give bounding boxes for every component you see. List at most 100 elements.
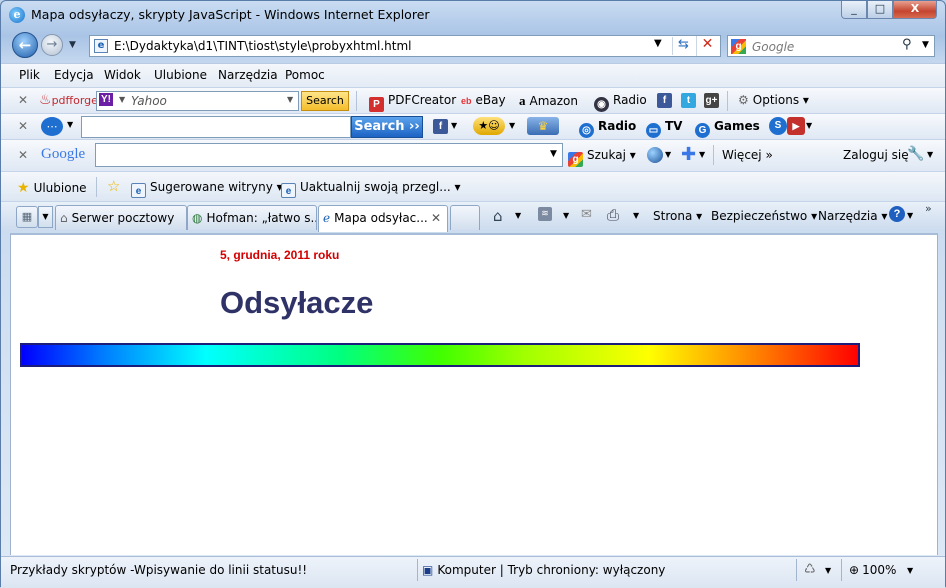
tv-button[interactable]: ▭ TV — [646, 119, 682, 138]
smiley-dropdown-icon[interactable]: ▼ — [509, 121, 515, 130]
pdfcreator-button[interactable]: P PDFCreator — [369, 93, 456, 112]
menu-help[interactable]: Pomoc — [285, 68, 325, 82]
print-icon[interactable]: ⎙ — [607, 206, 619, 224]
google-search-input[interactable]: ▼ — [95, 143, 563, 167]
tab-list-dropdown-icon[interactable]: ▼ — [38, 206, 53, 228]
menu-tools[interactable]: Narzędzia — [218, 68, 278, 82]
rss-icon[interactable]: ≋ — [538, 207, 552, 221]
help-dropdown-icon[interactable]: ▼ — [907, 211, 913, 220]
toolbar-search-button[interactable]: Search ›› — [351, 116, 423, 138]
print-dropdown-icon[interactable]: ▼ — [633, 211, 639, 220]
radio-button[interactable]: ◎ Radio — [579, 119, 636, 138]
yahoo-search-input[interactable]: Y! ▼ Yahoo ▼ — [96, 91, 299, 111]
separator — [356, 91, 357, 111]
menu-view[interactable]: Widok — [104, 68, 141, 82]
amazon-button[interactable]: a Amazon — [519, 93, 578, 109]
new-tab-button[interactable] — [450, 205, 480, 230]
page-date: 5, grudnia, 2011 roku — [220, 248, 340, 262]
suggested-sites-link[interactable]: e Sugerowane witryny ▾ — [131, 180, 283, 198]
lock-page-icon: ⌂ — [60, 211, 68, 225]
recent-pages-dropdown[interactable]: ▼ — [69, 40, 76, 50]
radio-button[interactable]: ◉ Radio — [594, 93, 647, 112]
options-button[interactable]: ⚙ Options ▾ — [738, 93, 809, 107]
google-g-icon: g — [568, 152, 583, 167]
help-icon[interactable]: ? — [889, 206, 905, 222]
yahoo-dropdown-icon[interactable]: ▼ — [119, 95, 125, 104]
menu-favorites[interactable]: Ulubione — [154, 68, 207, 82]
games-icon: G — [695, 123, 710, 138]
skype-icon[interactable]: S — [769, 117, 787, 135]
toolbar-search-input[interactable] — [81, 116, 351, 138]
close-toolbar-icon[interactable]: ✕ — [18, 93, 28, 107]
rss-dropdown-icon[interactable]: ▼ — [563, 211, 569, 220]
tab-hofman[interactable]: ◍ Hofman: „łatwo s... — [187, 205, 317, 230]
tools-menu[interactable]: Narzędzia ▾ — [818, 209, 887, 223]
chat-icon[interactable]: ⋯ — [41, 117, 63, 136]
rainbow-bar — [20, 343, 860, 367]
facebook-dropdown-icon[interactable]: ▼ — [451, 121, 457, 130]
ie-page-icon: ℯ — [323, 211, 331, 225]
globe-icon[interactable] — [647, 147, 663, 163]
chevron-more-icon[interactable]: » — [925, 202, 932, 215]
tab-serwer-pocztowy[interactable]: ⌂ Serwer pocztowy — [55, 205, 187, 230]
close-tab-icon[interactable]: ✕ — [431, 211, 441, 225]
twitter-icon[interactable]: t — [681, 93, 696, 108]
close-button[interactable]: X — [893, 1, 937, 19]
close-toolbar-icon[interactable]: ✕ — [18, 148, 28, 162]
separator — [841, 559, 842, 581]
smiley-icon[interactable]: ★☺ — [473, 117, 505, 135]
zoom-dropdown-icon[interactable]: ▼ — [907, 566, 913, 575]
search-toolbar: ✕ ⋯ ▼ Search ›› f ▼ ★☺ ▼ ♛ ◎ Radio ▭ TV GG… — [1, 113, 945, 139]
globe-dropdown-icon[interactable]: ▼ — [665, 150, 671, 159]
sign-in-link[interactable]: Zaloguj się — [843, 148, 909, 162]
facebook-icon[interactable]: f — [657, 93, 672, 108]
zoom-button[interactable]: ⊕ 100% — [849, 563, 896, 577]
home-icon[interactable]: ⌂ — [493, 207, 503, 225]
back-button[interactable]: ← — [12, 32, 38, 58]
game-icon[interactable]: ♛ — [527, 117, 559, 135]
stop-icon[interactable]: ✕ — [696, 36, 718, 56]
facebook-icon[interactable]: f — [433, 119, 448, 134]
more-button[interactable]: Więcej » — [722, 148, 773, 162]
protected-mode-dropdown-icon[interactable]: ▼ — [825, 566, 831, 575]
wrench-icon[interactable]: 🔧 — [907, 146, 924, 162]
search-options-dropdown-icon[interactable]: ▼ — [922, 40, 929, 50]
minimize-button[interactable]: _ — [841, 1, 867, 19]
address-dropdown-icon[interactable]: ▼ — [654, 38, 662, 49]
yahoo-history-dropdown-icon[interactable]: ▼ — [287, 95, 293, 104]
plus-icon[interactable]: ✚ — [681, 144, 696, 165]
search-icon[interactable]: ⚲ — [902, 37, 912, 52]
games-button[interactable]: G Games — [695, 119, 760, 138]
menu-file[interactable]: Plik — [19, 68, 40, 82]
chat-dropdown-icon[interactable]: ▼ — [67, 120, 73, 129]
close-toolbar-icon[interactable]: ✕ — [18, 119, 28, 133]
page-menu[interactable]: Strona ▾ — [653, 209, 702, 223]
plus-dropdown-icon[interactable]: ▼ — [699, 150, 705, 159]
tab-mapa-odsylaczy[interactable]: ℯ Mapa odsyłac... ✕ — [318, 205, 448, 232]
search-button[interactable]: Search — [301, 91, 349, 111]
home-dropdown-icon[interactable]: ▼ — [515, 211, 521, 220]
favorites-button[interactable]: ★ Ulubione — [17, 180, 87, 196]
security-zone[interactable]: ▣ Komputer | Tryb chroniony: wyłączony — [422, 563, 665, 577]
wrench-dropdown-icon[interactable]: ▼ — [927, 150, 933, 159]
quick-tabs-icon[interactable]: ▦ — [16, 206, 38, 228]
search-box[interactable]: g Google ⚲ ▼ — [727, 35, 935, 57]
search-placeholder[interactable]: Google — [752, 40, 794, 54]
maximize-button[interactable]: □ — [867, 1, 893, 19]
safety-menu[interactable]: Bezpieczeństwo ▾ — [711, 209, 817, 223]
szukaj-button[interactable]: g Szukaj ▾ — [568, 148, 636, 167]
address-bar[interactable]: e E:\Dydaktyka\d1\TINT\tiost\style\proby… — [89, 35, 721, 57]
mail-icon[interactable]: ✉ — [581, 207, 592, 222]
google-search-dropdown-icon[interactable]: ▼ — [550, 149, 557, 159]
refresh-icon[interactable]: ⇆ — [672, 37, 694, 55]
protected-mode-icon[interactable]: ♺ — [804, 562, 816, 577]
address-text[interactable]: E:\Dydaktyka\d1\TINT\tiost\style\probyxh… — [114, 39, 412, 53]
forward-button[interactable]: → — [41, 34, 63, 56]
upgrade-browser-link[interactable]: e Uaktualnij swoją przegl... ▾ — [281, 180, 461, 198]
youtube-icon[interactable]: ▶ — [787, 117, 805, 135]
ebay-button[interactable]: eb eBay — [461, 93, 506, 107]
social-dropdown-icon[interactable]: ▼ — [806, 121, 812, 130]
menu-edit[interactable]: Edycja — [54, 68, 94, 82]
google-plus-icon[interactable]: g+ — [704, 93, 719, 108]
add-favorite-icon[interactable]: ☆ — [107, 177, 120, 195]
